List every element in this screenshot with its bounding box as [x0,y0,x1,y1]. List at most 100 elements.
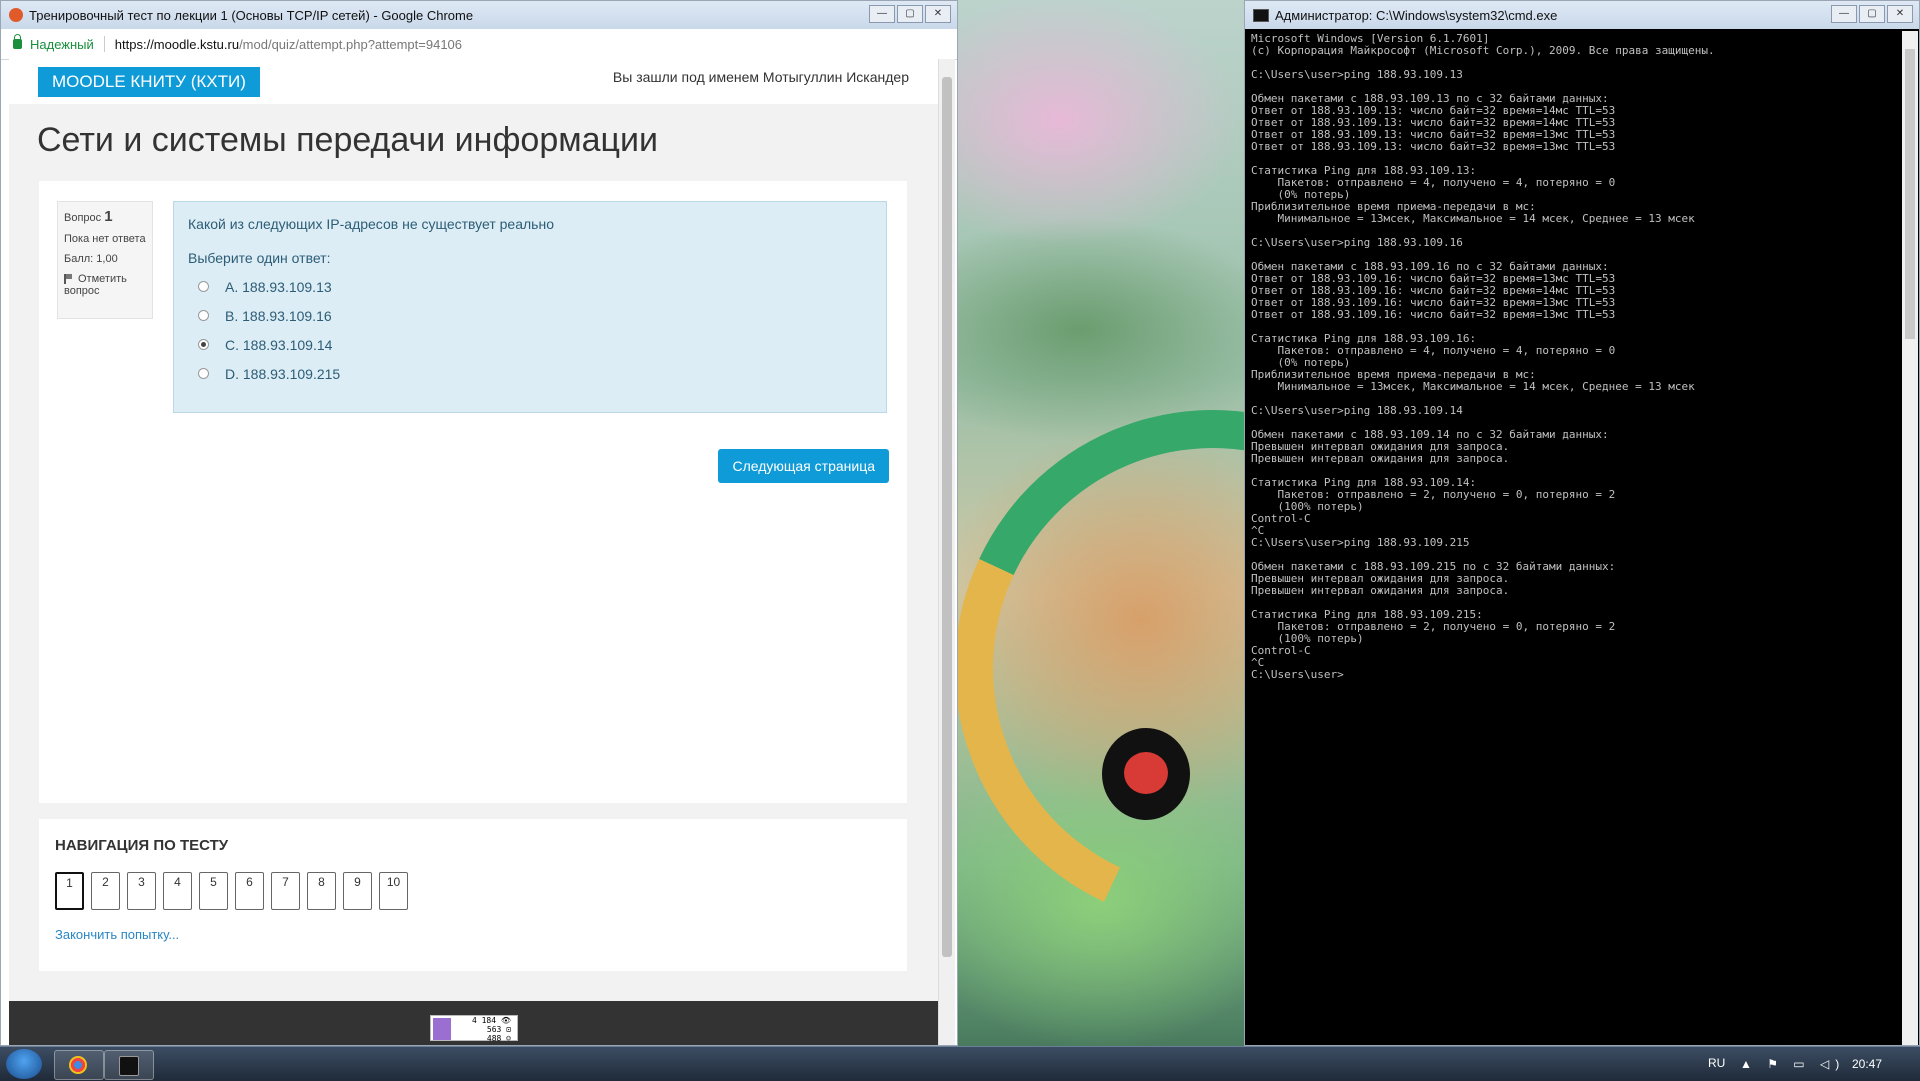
flag-icon [64,274,74,285]
system-tray[interactable]: ▲ ⚑ ▭ ◁) [1740,1057,1845,1071]
cmd-window: Администратор: C:\Windows\system32\cmd.e… [1244,0,1920,1046]
taskbar: RU ▲ ⚑ ▭ ◁) 20:47 [0,1046,1920,1081]
question-text: Какой из следующих IP-адресов не существ… [188,216,554,232]
console-line: (c) Корпорация Майкрософт (Microsoft Cor… [1251,44,1715,57]
console-line: C:\Users\user>ping 188.93.109.16 [1251,236,1463,249]
nav-question-button[interactable]: 10 [379,872,408,910]
answer-option-c[interactable]: C. 188.93.109.14 [188,330,872,359]
chrome-titlebar: Тренировочный тест по лекции 1 (Основы T… [1,1,957,29]
console-line: (100% потерь) [1251,632,1364,645]
close-button[interactable]: ✕ [1887,5,1913,23]
lock-icon [13,34,22,49]
answer-list: A. 188.93.109.13 B. 188.93.109.16 C. 188… [188,272,872,388]
nav-question-button[interactable]: 3 [127,872,156,910]
cmd-console-output[interactable]: Microsoft Windows [Version 6.1.7601] (c) … [1251,33,1891,1041]
quiz-navigation-buttons: 1 2 3 4 5 6 7 8 9 10 [55,872,408,910]
console-line: Control-C [1251,512,1311,525]
start-button[interactable] [6,1049,42,1079]
quiz-content: Вопрос 1 Пока нет ответа Балл: 1,00 Отме… [39,181,907,803]
taskbar-cmd-button[interactable] [104,1050,154,1080]
cmd-window-controls: — ▢ ✕ [1831,5,1913,23]
question-box: Какой из следующих IP-адресов не существ… [173,201,887,413]
cmd-window-title: Администратор: C:\Windows\system32\cmd.e… [1275,7,1558,23]
flag-question-link[interactable]: Отметить вопрос [64,273,146,297]
console-line: Ответ от 188.93.109.16: число байт=32 вр… [1251,308,1616,321]
question-grade: Балл: 1,00 [64,253,118,265]
url-host[interactable]: https://moodle.kstu.ru [115,37,239,52]
cmd-scrollbar[interactable] [1902,31,1918,1045]
quiz-navigation: НАВИГАЦИЯ ПО ТЕСТУ 1 2 3 4 5 6 7 8 9 10 … [39,819,907,971]
console-line: Control-C [1251,644,1311,657]
clock[interactable]: 20:47 [1852,1057,1882,1071]
maximize-button[interactable]: ▢ [897,5,923,23]
secure-label[interactable]: Надежный [30,37,94,52]
answer-label[interactable]: B. 188.93.109.16 [225,308,332,324]
url-path[interactable]: /mod/quiz/attempt.php?attempt=94106 [239,37,462,52]
counter-logo-icon [433,1018,451,1040]
answer-option-b[interactable]: B. 188.93.109.16 [188,301,872,330]
nav-question-button[interactable]: 8 [307,872,336,910]
chrome-window-controls: — ▢ ✕ [869,5,951,23]
minimize-button[interactable]: — [1831,5,1857,23]
wallpaper-character [1102,728,1190,820]
scrollbar-thumb[interactable] [1905,49,1915,339]
cmd-titlebar: Администратор: C:\Windows\system32\cmd.e… [1245,1,1919,29]
maximize-button[interactable]: ▢ [1859,5,1885,23]
next-page-button[interactable]: Следующая страница [718,449,889,483]
minimize-button[interactable]: — [869,5,895,23]
answer-option-d[interactable]: D. 188.93.109.215 [188,359,872,388]
login-info[interactable]: Вы зашли под именем Мотыгуллин Искандер [613,69,909,85]
question-status: Пока нет ответа [64,233,146,245]
console-line: Минимальное = 13мсек, Максимальное = 14 … [1251,212,1695,225]
answer-label[interactable]: A. 188.93.109.13 [225,279,332,295]
console-line: C:\Users\user> [1251,668,1344,681]
nav-question-button[interactable]: 6 [235,872,264,910]
radio-button[interactable] [198,281,209,292]
address-divider [103,36,105,52]
console-line: Превышен интервал ожидания для запроса. [1251,452,1510,465]
nav-question-button[interactable]: 1 [55,872,84,910]
answer-label[interactable]: D. 188.93.109.215 [225,366,340,382]
console-line: Минимальное = 13мсек, Максимальное = 14 … [1251,380,1695,393]
radio-button[interactable] [198,310,209,321]
console-line: Превышен интервал ожидания для запроса. [1251,584,1510,597]
console-line: (100% потерь) [1251,500,1364,513]
cmd-taskbar-icon [119,1056,139,1076]
console-line: C:\Users\user>ping 188.93.109.14 [1251,404,1463,417]
console-line: C:\Users\user>ping 188.93.109.215 [1251,536,1470,549]
chrome-page-icon [9,8,23,22]
close-button[interactable]: ✕ [925,5,951,23]
chrome-window: Тренировочный тест по лекции 1 (Основы T… [0,0,958,1046]
question-label: Вопрос [64,212,102,224]
answer-label[interactable]: C. 188.93.109.14 [225,337,332,353]
quiz-navigation-title: НАВИГАЦИЯ ПО ТЕСТУ [55,837,229,854]
moodle-navbar: MOODLE КНИТУ (КХТИ) Вы зашли под именем … [9,59,939,104]
nav-question-button[interactable]: 4 [163,872,192,910]
address-bar[interactable]: Надежный https://moodle.kstu.ru /mod/qui… [1,29,957,60]
page-title: Сети и системы передачи информации [37,121,658,159]
console-line: ^C [1251,656,1265,669]
nav-question-button[interactable]: 2 [91,872,120,910]
taskbar-chrome-button[interactable] [54,1050,104,1080]
moodle-brand-link[interactable]: MOODLE КНИТУ (КХТИ) [38,67,260,97]
question-number: 1 [104,208,113,225]
language-indicator[interactable]: RU [1708,1056,1725,1070]
nav-question-button[interactable]: 9 [343,872,372,910]
cmd-icon [1253,8,1269,22]
console-line: C:\Users\user>ping 188.93.109.13 [1251,68,1463,81]
nav-question-button[interactable]: 5 [199,872,228,910]
nav-question-button[interactable]: 7 [271,872,300,910]
radio-button[interactable] [198,368,209,379]
radio-button-selected[interactable] [198,339,209,350]
liveinternet-counter[interactable]: 4 184 👁 563 ⊡ 488 ☺ [430,1015,518,1043]
page-scrollbar[interactable] [938,59,955,1045]
chrome-window-title: Тренировочный тест по лекции 1 (Основы T… [29,7,474,23]
page-viewport: MOODLE КНИТУ (КХТИ) Вы зашли под именем … [9,59,939,1045]
answer-prompt: Выберите один ответ: [188,250,331,266]
finish-attempt-link[interactable]: Закончить попытку... [55,927,179,942]
question-info: Вопрос 1 Пока нет ответа Балл: 1,00 Отме… [57,201,153,319]
answer-option-a[interactable]: A. 188.93.109.13 [188,272,872,301]
scrollbar-thumb[interactable] [942,77,952,957]
chrome-icon [69,1056,87,1074]
console-line: Ответ от 188.93.109.13: число байт=32 вр… [1251,140,1616,153]
